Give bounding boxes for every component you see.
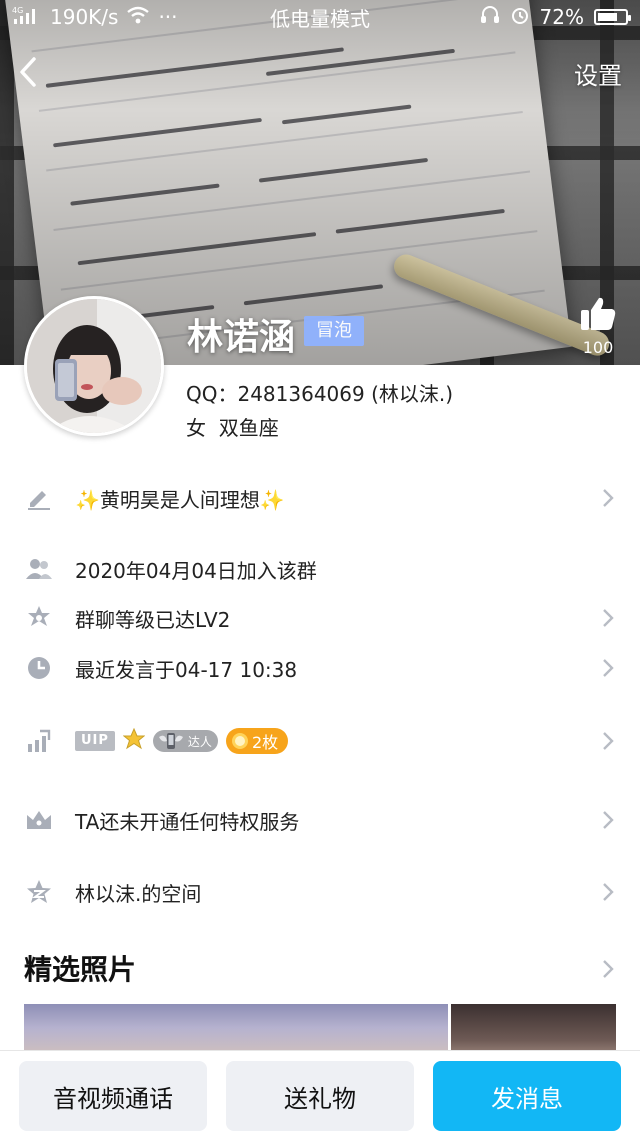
vip-tag: UIP [75,731,115,751]
more-status-icon: ··· [158,5,178,29]
daren-label: 达人 [187,734,212,749]
medal-count-badge: 2枚 [225,728,289,754]
bottom-action-bar: 音视频通话 送礼物 发消息 [0,1050,640,1138]
video-call-button[interactable]: 音视频通话 [19,1061,207,1131]
star-badge-icon [24,603,54,633]
qzone-text: 林以沫.的空间 [75,881,202,906]
chevron-right-icon [603,659,614,677]
clock-icon [24,653,54,683]
badges-list: UIP 达人 2枚 [75,727,289,755]
profile-name: 林诺涵 [187,317,296,358]
chevron-right-icon [603,609,614,627]
chevron-right-icon [603,883,614,901]
like-button[interactable]: 100 [576,296,620,357]
headset-icon [480,5,500,29]
qzone-row[interactable]: 林以沫.的空间 [0,867,640,917]
featured-photos-title: 精选照片 [24,953,137,986]
crown-icon [24,805,54,835]
members-icon [24,554,54,584]
qzone-star-icon [24,877,54,907]
chevron-right-icon [603,489,614,507]
last-post-text: 最近发言于04-17 10:38 [75,657,298,682]
avatar-portrait [27,299,161,433]
featured-photos-more[interactable] [560,944,640,994]
daren-badge: 达人 [152,730,218,752]
chevron-right-icon [603,960,614,978]
signature-text: ✨黄明昊是人间理想✨ [75,487,285,512]
gender-zodiac: 女 双鱼座 [186,412,279,441]
chevron-left-icon [20,57,36,87]
send-gift-button[interactable]: 送礼物 [226,1061,414,1131]
gender: 女 [186,416,206,440]
send-message-button[interactable]: 发消息 [433,1061,621,1131]
status-bar: 4G 190K/s ··· 低电量模式 72% [0,0,640,34]
profile-page: 4G 190K/s ··· 低电量模式 72% 设置 林诺涵 冒泡 100 QQ… [0,0,640,1138]
alarm-icon [510,5,530,30]
level-up-chart-icon [24,726,54,756]
network-speed: 190K/s [50,5,119,29]
wifi-icon [126,5,150,29]
medal-count: 2枚 [251,733,279,752]
qq-number: QQ：2481364069 (林以沫.) [186,382,454,406]
chevron-right-icon [603,732,614,750]
svg-text:4G: 4G [12,6,23,15]
group-level-row[interactable]: 群聊等级已达LV2 [0,593,640,643]
thumbs-up-icon [581,297,616,330]
medal-icon [231,733,248,749]
winged-phone-icon [158,733,183,749]
edit-pencil-icon [24,483,54,513]
privilege-text: TA还未开通任何特权服务 [75,809,300,834]
battery-percent: 72% [539,5,584,29]
avatar[interactable] [24,296,164,436]
joined-group-row: 2020年04月04日加入该群 [0,544,640,594]
settings-button[interactable]: 设置 [574,56,622,91]
group-level-text: 群聊等级已达LV2 [75,607,231,632]
privilege-row[interactable]: TA还未开通任何特权服务 [0,795,640,845]
back-button[interactable] [10,52,46,92]
joined-date-text: 2020年04月04日加入该群 [75,558,317,583]
badges-row[interactable]: UIP 达人 2枚 [0,716,640,766]
bubble-badge[interactable]: 冒泡 [304,316,364,346]
star-icon [122,727,146,755]
battery-icon [594,9,631,25]
like-count: 100 [582,338,614,357]
last-post-row[interactable]: 最近发言于04-17 10:38 [0,643,640,693]
zodiac: 双鱼座 [218,416,279,440]
chevron-right-icon [603,811,614,829]
signature-row[interactable]: ✨黄明昊是人间理想✨ [0,473,640,523]
signal-icon: 4G [12,5,42,30]
